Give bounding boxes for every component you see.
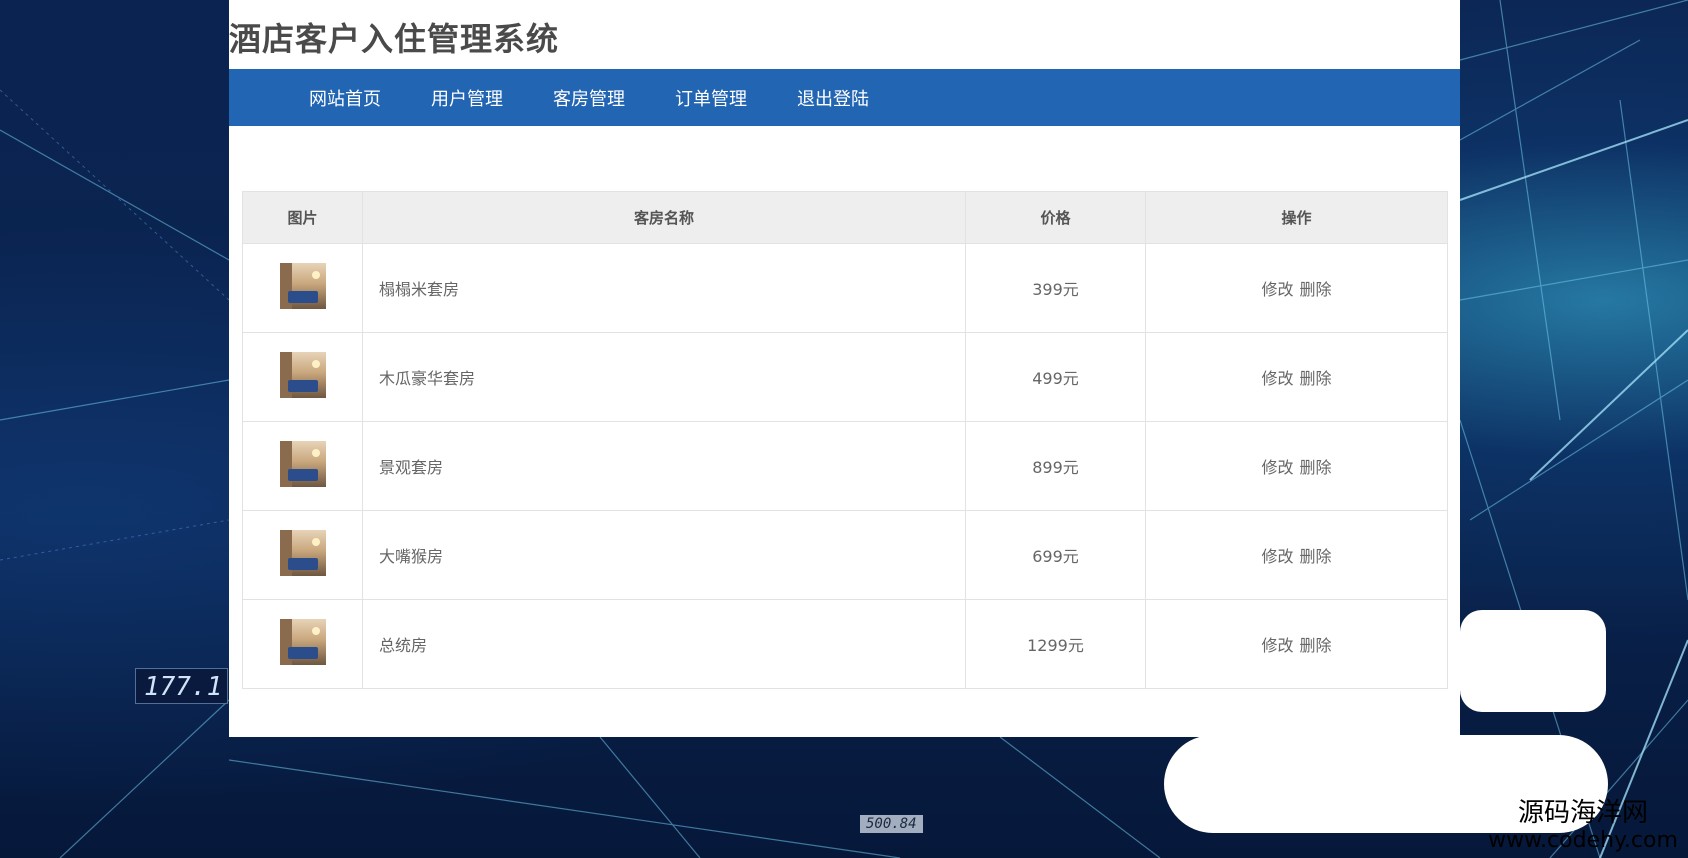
- room-thumbnail: [279, 263, 326, 309]
- delete-link[interactable]: 删除: [1300, 458, 1332, 477]
- redaction-patch: [1460, 610, 1606, 712]
- room-actions: 修改 删除: [1145, 510, 1448, 600]
- edit-link[interactable]: 修改: [1261, 636, 1293, 655]
- room-actions: 修改 删除: [1145, 599, 1448, 689]
- room-price: 699元: [965, 510, 1146, 600]
- nav-item-home[interactable]: 网站首页: [309, 85, 381, 111]
- room-actions: 修改 删除: [1145, 421, 1448, 511]
- room-price: 399元: [965, 243, 1146, 333]
- column-header-price: 价格: [965, 191, 1146, 244]
- edit-link[interactable]: 修改: [1261, 280, 1293, 299]
- edit-link[interactable]: 修改: [1261, 547, 1293, 566]
- room-name: 榻榻米套房: [362, 243, 966, 333]
- room-price: 499元: [965, 332, 1146, 422]
- nav-item-order-management[interactable]: 订单管理: [675, 85, 747, 111]
- background-hud-number: 177.1: [135, 668, 228, 704]
- nav-item-user-management[interactable]: 用户管理: [431, 85, 503, 111]
- background-hud-readout: 500.84: [860, 815, 923, 833]
- table-row: 榻榻米套房 399元 修改 删除: [242, 243, 1448, 333]
- room-image-cell: [242, 421, 363, 511]
- nav-item-logout[interactable]: 退出登陆: [797, 85, 869, 111]
- nav-item-room-management[interactable]: 客房管理: [553, 85, 625, 111]
- room-actions: 修改 删除: [1145, 332, 1448, 422]
- watermark-url: www.codehy.com: [1488, 828, 1678, 853]
- room-thumbnail: [279, 441, 326, 487]
- delete-link[interactable]: 删除: [1300, 369, 1332, 388]
- edit-link[interactable]: 修改: [1261, 369, 1293, 388]
- room-thumbnail: [279, 619, 326, 665]
- room-table: 图片 客房名称 价格 操作 榻榻米套房 399元 修改 删除 木瓜豪华套房 49…: [242, 191, 1448, 689]
- room-image-cell: [242, 243, 363, 333]
- room-image-cell: [242, 510, 363, 600]
- column-header-actions: 操作: [1145, 191, 1448, 244]
- room-image-cell: [242, 332, 363, 422]
- top-navbar: 网站首页 用户管理 客房管理 订单管理 退出登陆: [229, 69, 1460, 126]
- room-thumbnail: [279, 530, 326, 576]
- nav-menu: 网站首页 用户管理 客房管理 订单管理 退出登陆: [229, 69, 1460, 126]
- column-header-image: 图片: [242, 191, 363, 244]
- table-row: 大嘴猴房 699元 修改 删除: [242, 510, 1448, 600]
- room-thumbnail: [279, 352, 326, 398]
- table-row: 景观套房 899元 修改 删除: [242, 421, 1448, 511]
- table-row: 总统房 1299元 修改 删除: [242, 599, 1448, 689]
- room-name: 大嘴猴房: [362, 510, 966, 600]
- table-row: 木瓜豪华套房 499元 修改 删除: [242, 332, 1448, 422]
- delete-link[interactable]: 删除: [1300, 636, 1332, 655]
- column-header-room-name: 客房名称: [362, 191, 966, 244]
- room-name: 木瓜豪华套房: [362, 332, 966, 422]
- room-price: 899元: [965, 421, 1146, 511]
- room-actions: 修改 删除: [1145, 243, 1448, 333]
- site-title: 酒店客户入住管理系统: [229, 20, 560, 58]
- room-name: 景观套房: [362, 421, 966, 511]
- edit-link[interactable]: 修改: [1261, 458, 1293, 477]
- room-image-cell: [242, 599, 363, 689]
- delete-link[interactable]: 删除: [1300, 547, 1332, 566]
- room-price: 1299元: [965, 599, 1146, 689]
- watermark-name: 源码海洋网: [1517, 798, 1648, 828]
- delete-link[interactable]: 删除: [1300, 280, 1332, 299]
- table-header-row: 图片 客房名称 价格 操作: [242, 191, 1448, 244]
- main-panel: 酒店客户入住管理系统 网站首页 用户管理 客房管理 订单管理 退出登陆 图片 客…: [229, 0, 1460, 737]
- room-name: 总统房: [362, 599, 966, 689]
- watermark: 源码海洋网 www.codehy.com: [1478, 798, 1688, 854]
